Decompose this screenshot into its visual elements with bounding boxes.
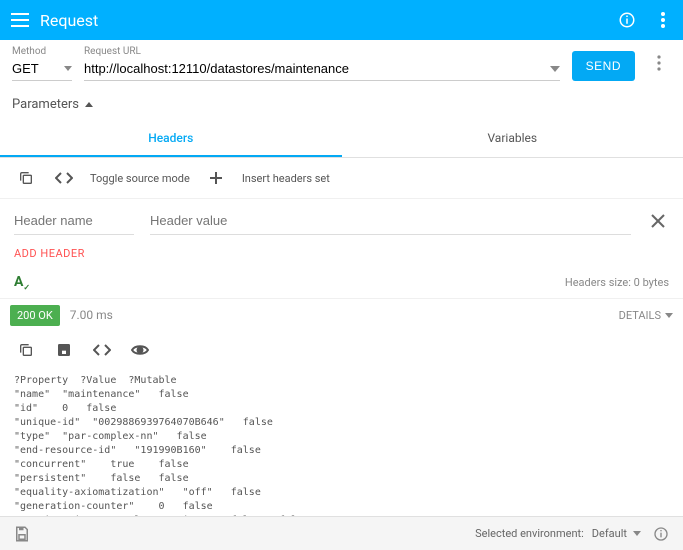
header-value-input[interactable] bbox=[150, 207, 631, 235]
headers-size-row: A✓ Headers size: 0 bytes bbox=[0, 268, 683, 299]
response-toolbar bbox=[0, 332, 683, 368]
save-icon[interactable] bbox=[10, 522, 34, 546]
copy-response-icon[interactable] bbox=[14, 338, 38, 362]
app-title: Request bbox=[40, 11, 615, 30]
menu-icon[interactable] bbox=[8, 8, 32, 32]
url-input[interactable] bbox=[84, 61, 550, 76]
response-timing: 7.00 ms bbox=[70, 308, 113, 322]
app-bar: Request bbox=[0, 0, 683, 40]
selected-env-label: Selected environment: bbox=[475, 527, 584, 540]
status-badge: 200 OK bbox=[10, 305, 60, 326]
params-tabs: Headers Variables bbox=[0, 121, 683, 158]
header-input-row bbox=[0, 199, 683, 237]
chevron-up-icon bbox=[85, 102, 93, 107]
remove-header-icon[interactable] bbox=[647, 210, 669, 232]
env-dropdown-icon bbox=[633, 531, 641, 536]
method-label: Method bbox=[12, 46, 72, 57]
text-format-icon[interactable]: A✓ bbox=[14, 274, 30, 292]
bottom-bar: Selected environment: Default bbox=[0, 516, 683, 550]
info-icon[interactable] bbox=[615, 8, 639, 32]
insert-set-icon[interactable] bbox=[204, 166, 228, 190]
parameters-toggle[interactable]: Parameters bbox=[0, 89, 683, 121]
code-view-icon[interactable] bbox=[90, 338, 114, 362]
more-icon[interactable] bbox=[651, 8, 675, 32]
save-response-icon[interactable] bbox=[52, 338, 76, 362]
url-field[interactable]: Request URL bbox=[84, 46, 560, 81]
request-row: Method Request URL SEND bbox=[0, 40, 683, 89]
url-label: Request URL bbox=[84, 46, 560, 57]
headers-toolbar: Toggle source mode Insert headers set bbox=[0, 158, 683, 199]
method-input[interactable] bbox=[12, 61, 64, 76]
status-row: 200 OK 7.00 ms DETAILS bbox=[0, 299, 683, 332]
env-value: Default bbox=[592, 527, 627, 540]
toggle-source-icon[interactable] bbox=[52, 166, 76, 190]
details-label: DETAILS bbox=[619, 309, 661, 322]
parameters-label: Parameters bbox=[12, 97, 79, 112]
copy-icon[interactable] bbox=[14, 166, 38, 190]
response-body[interactable]: ?Property ?Value ?Mutable "name" "mainte… bbox=[0, 368, 683, 528]
env-info-icon[interactable] bbox=[649, 522, 673, 546]
headers-size-label: Headers size: 0 bytes bbox=[565, 276, 669, 289]
insert-set-label: Insert headers set bbox=[242, 172, 330, 185]
method-field[interactable]: Method bbox=[12, 46, 72, 81]
add-header-button[interactable]: ADD HEADER bbox=[0, 237, 99, 268]
details-toggle[interactable]: DETAILS bbox=[619, 309, 673, 322]
header-name-input[interactable] bbox=[14, 207, 134, 235]
preview-icon[interactable] bbox=[128, 338, 152, 362]
request-more-icon[interactable] bbox=[647, 51, 671, 75]
chevron-down-icon bbox=[665, 313, 673, 318]
tab-variables[interactable]: Variables bbox=[342, 121, 683, 157]
toggle-source-label: Toggle source mode bbox=[90, 172, 190, 185]
send-button[interactable]: SEND bbox=[572, 51, 635, 81]
method-dropdown-icon[interactable] bbox=[64, 66, 72, 71]
env-select[interactable]: Default bbox=[592, 527, 641, 540]
url-history-icon[interactable] bbox=[550, 66, 560, 72]
tab-headers[interactable]: Headers bbox=[0, 121, 342, 157]
